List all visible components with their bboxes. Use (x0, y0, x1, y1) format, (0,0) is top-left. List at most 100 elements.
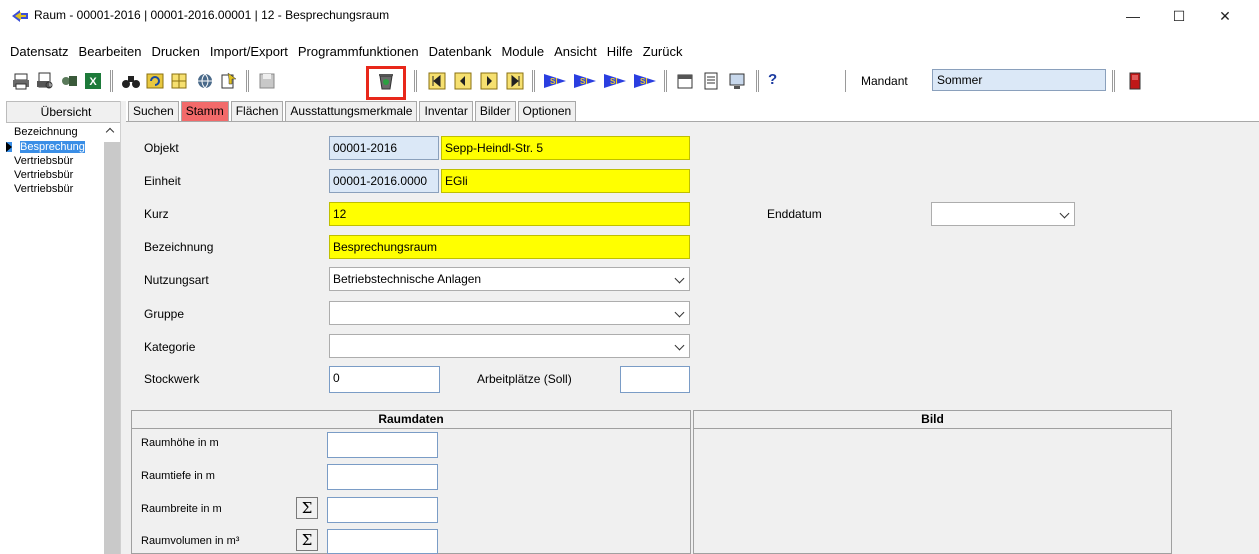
print-preview-icon[interactable] (36, 72, 54, 90)
gruppe-select[interactable] (329, 301, 690, 325)
enddatum-select[interactable] (931, 202, 1075, 226)
binoculars-icon[interactable] (122, 72, 140, 90)
raumvolumen-field[interactable] (327, 529, 438, 554)
raumhoehe-field[interactable] (327, 432, 438, 458)
scroll-up-icon[interactable] (105, 127, 115, 137)
menu-datensatz[interactable]: Datensatz (0, 42, 73, 62)
svg-text:SI: SI (580, 77, 588, 86)
menu-bar: Datensatz Bearbeiten Drucken Import/Expo… (0, 42, 686, 62)
calendar-icon[interactable] (676, 72, 694, 90)
kategorie-label: Kategorie (144, 340, 196, 354)
list-item[interactable]: Vertriebsbür (6, 182, 116, 196)
toolbar-separator (664, 70, 667, 92)
tab-bilder[interactable]: Bilder (474, 101, 516, 121)
next-record-icon[interactable] (480, 72, 498, 90)
raumvolumen-sum-button[interactable]: Σ (296, 529, 318, 551)
menu-module[interactable]: Module (495, 42, 548, 62)
list-item[interactable]: Vertriebsbür (6, 168, 116, 182)
bild-panel: Bild (693, 410, 1172, 554)
tab-ausstattungsmerkmale[interactable]: Ausstattungsmerkmale (285, 101, 418, 121)
raumtiefe-field[interactable] (327, 464, 438, 490)
bezeichnung-field[interactable]: Besprechungsraum (329, 235, 690, 259)
svg-text:SI: SI (610, 77, 618, 86)
previous-record-icon[interactable] (454, 72, 472, 90)
menu-import-export[interactable]: Import/Export (204, 42, 292, 62)
current-row-arrow-icon (6, 142, 12, 152)
menu-zurueck[interactable]: Zurück (637, 42, 687, 62)
objekt-label: Objekt (144, 141, 179, 155)
overview-column-header[interactable]: Bezeichnung (6, 124, 116, 140)
save-disk-icon[interactable] (258, 72, 276, 90)
monitor-icon[interactable] (728, 72, 746, 90)
enddatum-label: Enddatum (767, 207, 822, 221)
maximize-button[interactable]: ☐ (1156, 0, 1202, 32)
menu-ansicht[interactable]: Ansicht (548, 42, 601, 62)
einheit-name-field[interactable]: EGli (441, 169, 690, 193)
svg-text:SI: SI (640, 77, 648, 86)
window-title: Raum - 00001-2016 | 00001-2016.00001 | 1… (34, 8, 390, 22)
si-arrow-icon-2[interactable]: SI (574, 72, 596, 90)
toolbar-separator (110, 70, 113, 92)
raumdaten-header: Raumdaten (132, 411, 690, 429)
first-record-icon[interactable] (428, 72, 446, 90)
raumbreite-field[interactable] (327, 497, 438, 523)
menu-programmfunktionen[interactable]: Programmfunktionen (292, 42, 423, 62)
list-item[interactable]: Vertriebsbür (6, 154, 116, 168)
kurz-label: Kurz (144, 207, 169, 221)
grid-icon[interactable] (170, 72, 188, 90)
raumbreite-sum-button[interactable]: Σ (296, 497, 318, 519)
refresh-icon[interactable] (146, 72, 164, 90)
highlight-box (366, 66, 406, 100)
nutzungsart-select[interactable]: Betriebstechnische Anlagen (329, 267, 690, 291)
list-item[interactable]: Besprechung (6, 140, 116, 154)
menu-drucken[interactable]: Drucken (145, 42, 203, 62)
kurz-field[interactable]: 12 (329, 202, 690, 226)
chevron-down-icon (674, 340, 685, 351)
close-button[interactable]: ✕ (1202, 0, 1248, 32)
arbeitsplaetze-field[interactable] (620, 366, 690, 393)
title-bar: Raum - 00001-2016 | 00001-2016.00001 | 1… (0, 0, 1259, 32)
menu-bearbeiten[interactable]: Bearbeiten (73, 42, 146, 62)
kategorie-select[interactable] (329, 334, 690, 358)
export-icon[interactable] (60, 72, 78, 90)
excel-icon[interactable]: X (84, 72, 102, 90)
toolbar-separator (414, 70, 417, 92)
si-arrow-icon-3[interactable]: SI (604, 72, 626, 90)
raumvolumen-label: Raumvolumen in m³ (141, 535, 240, 547)
mandant-field[interactable]: Sommer (932, 69, 1106, 91)
menu-datenbank[interactable]: Datenbank (423, 42, 496, 62)
chevron-down-icon (1059, 208, 1070, 219)
bild-header: Bild (694, 411, 1171, 429)
scrollbar-thumb[interactable] (104, 142, 120, 554)
tab-flaechen[interactable]: Flächen (230, 101, 284, 121)
help-icon[interactable]: ? (768, 71, 777, 88)
menu-hilfe[interactable]: Hilfe (601, 42, 637, 62)
einheit-code-field[interactable]: 00001-2016.0000 (329, 169, 439, 193)
last-record-icon[interactable] (506, 72, 524, 90)
toolbar-separator (246, 70, 249, 92)
si-arrow-icon-4[interactable]: SI (634, 72, 656, 90)
objekt-code-field[interactable]: 00001-2016 (329, 136, 439, 160)
app-icon (12, 10, 28, 22)
stockwerk-field[interactable]: 0 (329, 366, 440, 393)
si-arrow-icon-1[interactable]: SI (544, 72, 566, 90)
print-icon[interactable] (12, 72, 30, 90)
tab-inventar[interactable]: Inventar (419, 101, 473, 121)
tab-suchen[interactable]: Suchen (128, 101, 179, 121)
globe-icon[interactable] (196, 72, 214, 90)
chevron-down-icon (674, 273, 685, 284)
einheit-label: Einheit (144, 174, 181, 188)
chevron-down-icon (674, 307, 685, 318)
nutzungsart-label: Nutzungsart (144, 273, 209, 287)
gruppe-label: Gruppe (144, 307, 185, 321)
tab-optionen[interactable]: Optionen (517, 101, 577, 121)
tab-stamm[interactable]: Stamm (180, 101, 229, 121)
minimize-button[interactable]: — (1110, 0, 1156, 32)
overview-header[interactable]: Übersicht (6, 101, 126, 123)
toolbar-separator (845, 70, 846, 92)
document-icon[interactable] (702, 72, 720, 90)
raumbreite-label: Raumbreite in m (141, 503, 222, 515)
exit-door-icon[interactable] (1126, 72, 1144, 90)
objekt-name-field[interactable]: Sepp-Heindl-Str. 5 (441, 136, 690, 160)
copy-record-icon[interactable] (220, 72, 238, 90)
